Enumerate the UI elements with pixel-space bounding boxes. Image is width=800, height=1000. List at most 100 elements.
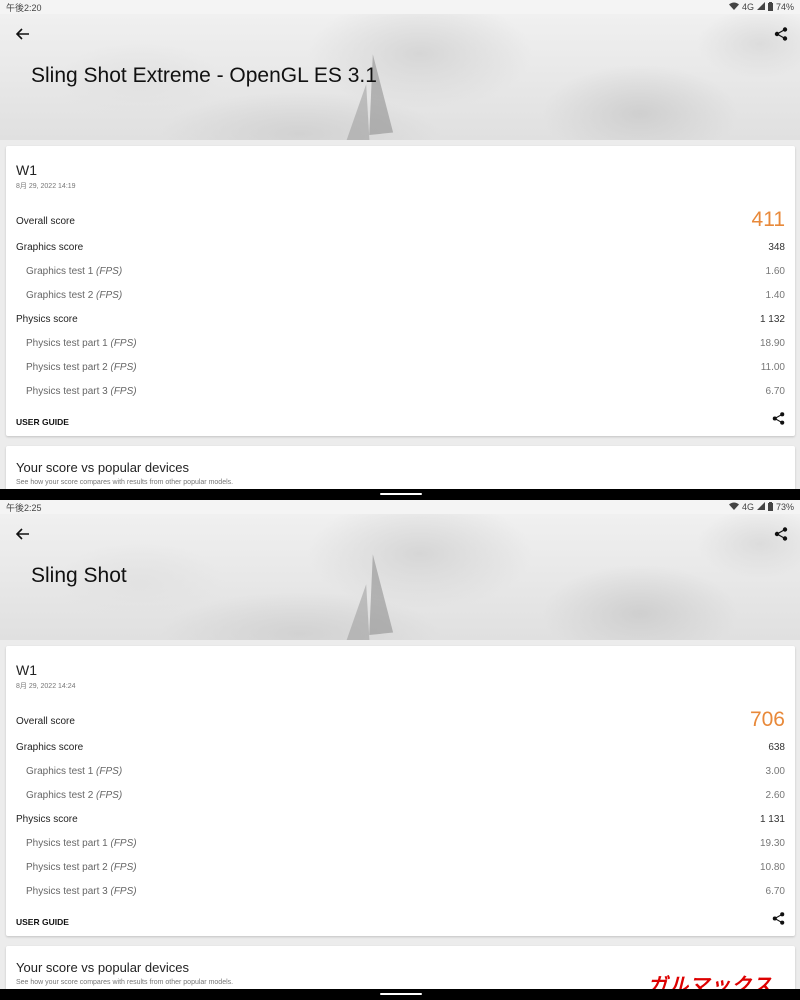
page-title: Sling Shot: [31, 564, 127, 587]
overall-score-row: Overall score 411: [6, 208, 795, 232]
cellular-icon: [756, 2, 765, 12]
fps-unit: (FPS): [110, 838, 137, 849]
graphics-test-1-row: Graphics test 1 (FPS) 3.00: [6, 762, 795, 782]
screen-2: 午後2:25 4G 73% Sling Shot W1 8月 29, 2022 …: [0, 500, 800, 1000]
graphics-test-2-value: 1.40: [765, 290, 785, 301]
overall-score-value: 706: [749, 708, 785, 731]
home-gesture-handle[interactable]: [380, 993, 422, 995]
result-card: W1 8月 29, 2022 14:24 Overall score 706 G…: [6, 646, 795, 936]
physics-test-3-row: Physics test part 3 (FPS) 6.70: [6, 382, 795, 402]
fps-unit: (FPS): [96, 266, 123, 277]
battery-level: 73%: [775, 502, 794, 512]
physics-test-2-label: Physics test part 2: [26, 362, 108, 373]
graphics-test-2-value: 2.60: [765, 790, 785, 801]
graphics-test-1-row: Graphics test 1 (FPS) 1.60: [6, 262, 795, 282]
graphics-test-1-label: Graphics test 1: [26, 766, 94, 777]
physics-test-1-row: Physics test part 1 (FPS) 19.30: [6, 834, 795, 854]
fps-unit: (FPS): [110, 362, 137, 373]
graphics-test-2-label: Graphics test 2: [26, 790, 94, 801]
fps-unit: (FPS): [110, 338, 137, 349]
user-guide-link[interactable]: USER GUIDE: [16, 417, 69, 427]
hero-banner: Sling Shot Extreme - OpenGL ES 3.1: [0, 14, 800, 140]
graphics-score-value: 638: [768, 742, 785, 753]
physics-test-3-value: 6.70: [765, 386, 785, 397]
compare-subtitle: See how your score compares with results…: [16, 479, 234, 486]
user-guide-link[interactable]: USER GUIDE: [16, 917, 69, 927]
screen-1: 午後2:20 4G 74% Sling Shot Extreme - OpenG…: [0, 0, 800, 500]
back-arrow-icon: [16, 528, 29, 540]
compare-title: Your score vs popular devices: [16, 460, 189, 475]
back-arrow-icon: [16, 28, 29, 40]
hero-banner: Sling Shot: [0, 514, 800, 640]
graphics-score-row: Graphics score 348: [6, 238, 795, 258]
graphics-test-2-row: Graphics test 2 (FPS) 1.40: [6, 286, 795, 306]
physics-test-2-value: 10.80: [759, 862, 785, 873]
status-bar: 午後2:25 4G 73%: [0, 500, 800, 514]
navigation-bar: [0, 489, 800, 500]
physics-test-2-label: Physics test part 2: [26, 862, 108, 873]
share-icon: [772, 412, 785, 425]
physics-test-2-row: Physics test part 2 (FPS) 11.00: [6, 358, 795, 378]
graphics-score-label: Graphics score: [16, 742, 84, 753]
compare-subtitle: See how your score compares with results…: [16, 979, 234, 986]
graphics-score-value: 348: [768, 242, 785, 253]
graphics-test-1-value: 3.00: [765, 766, 785, 777]
wifi-icon: [728, 2, 739, 12]
result-date: 8月 29, 2022 14:19: [16, 183, 76, 190]
graphics-score-row: Graphics score 638: [6, 738, 795, 758]
graphics-test-2-label: Graphics test 2: [26, 290, 94, 301]
device-name: W1: [16, 162, 37, 178]
status-bar: 午後2:20 4G 74%: [0, 0, 800, 14]
share-icon: [774, 27, 788, 41]
overall-score-label: Overall score: [16, 716, 75, 727]
compare-title: Your score vs popular devices: [16, 960, 189, 975]
battery-level: 74%: [775, 2, 794, 12]
battery-icon: [767, 501, 773, 513]
physics-score-value: 1 132: [759, 314, 785, 325]
signal-label: 4G: [741, 502, 754, 512]
status-time: 午後2:20: [6, 2, 42, 13]
physics-score-value: 1 131: [759, 814, 785, 825]
home-gesture-handle[interactable]: [380, 493, 422, 495]
overall-score-label: Overall score: [16, 216, 75, 227]
physics-score-label: Physics score: [16, 314, 78, 325]
fps-unit: (FPS): [96, 290, 123, 301]
physics-test-1-label: Physics test part 1: [26, 838, 108, 849]
physics-test-1-row: Physics test part 1 (FPS) 18.90: [6, 334, 795, 354]
result-date: 8月 29, 2022 14:24: [16, 683, 76, 690]
physics-test-1-label: Physics test part 1: [26, 338, 108, 349]
fps-unit: (FPS): [110, 862, 137, 873]
overall-score-value: 411: [751, 208, 785, 231]
graphics-test-1-label: Graphics test 1: [26, 266, 94, 277]
physics-test-2-value: 11.00: [760, 362, 785, 373]
result-share-button[interactable]: [772, 912, 785, 930]
physics-test-1-value: 18.90: [759, 338, 785, 349]
physics-test-3-label: Physics test part 3: [26, 386, 108, 397]
physics-score-label: Physics score: [16, 814, 78, 825]
device-name: W1: [16, 662, 37, 678]
graphics-test-1-value: 1.60: [765, 266, 785, 277]
cellular-icon: [756, 502, 765, 512]
fps-unit: (FPS): [110, 386, 137, 397]
result-share-button[interactable]: [772, 412, 785, 430]
physics-test-1-value: 19.30: [759, 838, 785, 849]
fps-unit: (FPS): [110, 886, 137, 897]
physics-test-3-value: 6.70: [765, 886, 785, 897]
fps-unit: (FPS): [96, 790, 123, 801]
overall-score-row: Overall score 706: [6, 708, 795, 732]
share-button[interactable]: [767, 20, 795, 48]
physics-score-row: Physics score 1 132: [6, 310, 795, 330]
fps-unit: (FPS): [96, 766, 123, 777]
signal-label: 4G: [741, 2, 754, 12]
share-icon: [774, 527, 788, 541]
share-button[interactable]: [767, 520, 795, 548]
share-icon: [772, 912, 785, 925]
physics-test-2-row: Physics test part 2 (FPS) 10.80: [6, 858, 795, 878]
navigation-bar: [0, 989, 800, 1000]
back-button[interactable]: [9, 520, 37, 548]
physics-test-3-row: Physics test part 3 (FPS) 6.70: [6, 882, 795, 902]
back-button[interactable]: [9, 20, 37, 48]
page-title: Sling Shot Extreme - OpenGL ES 3.1: [31, 64, 377, 87]
result-card: W1 8月 29, 2022 14:19 Overall score 411 G…: [6, 146, 795, 436]
battery-icon: [767, 1, 773, 13]
